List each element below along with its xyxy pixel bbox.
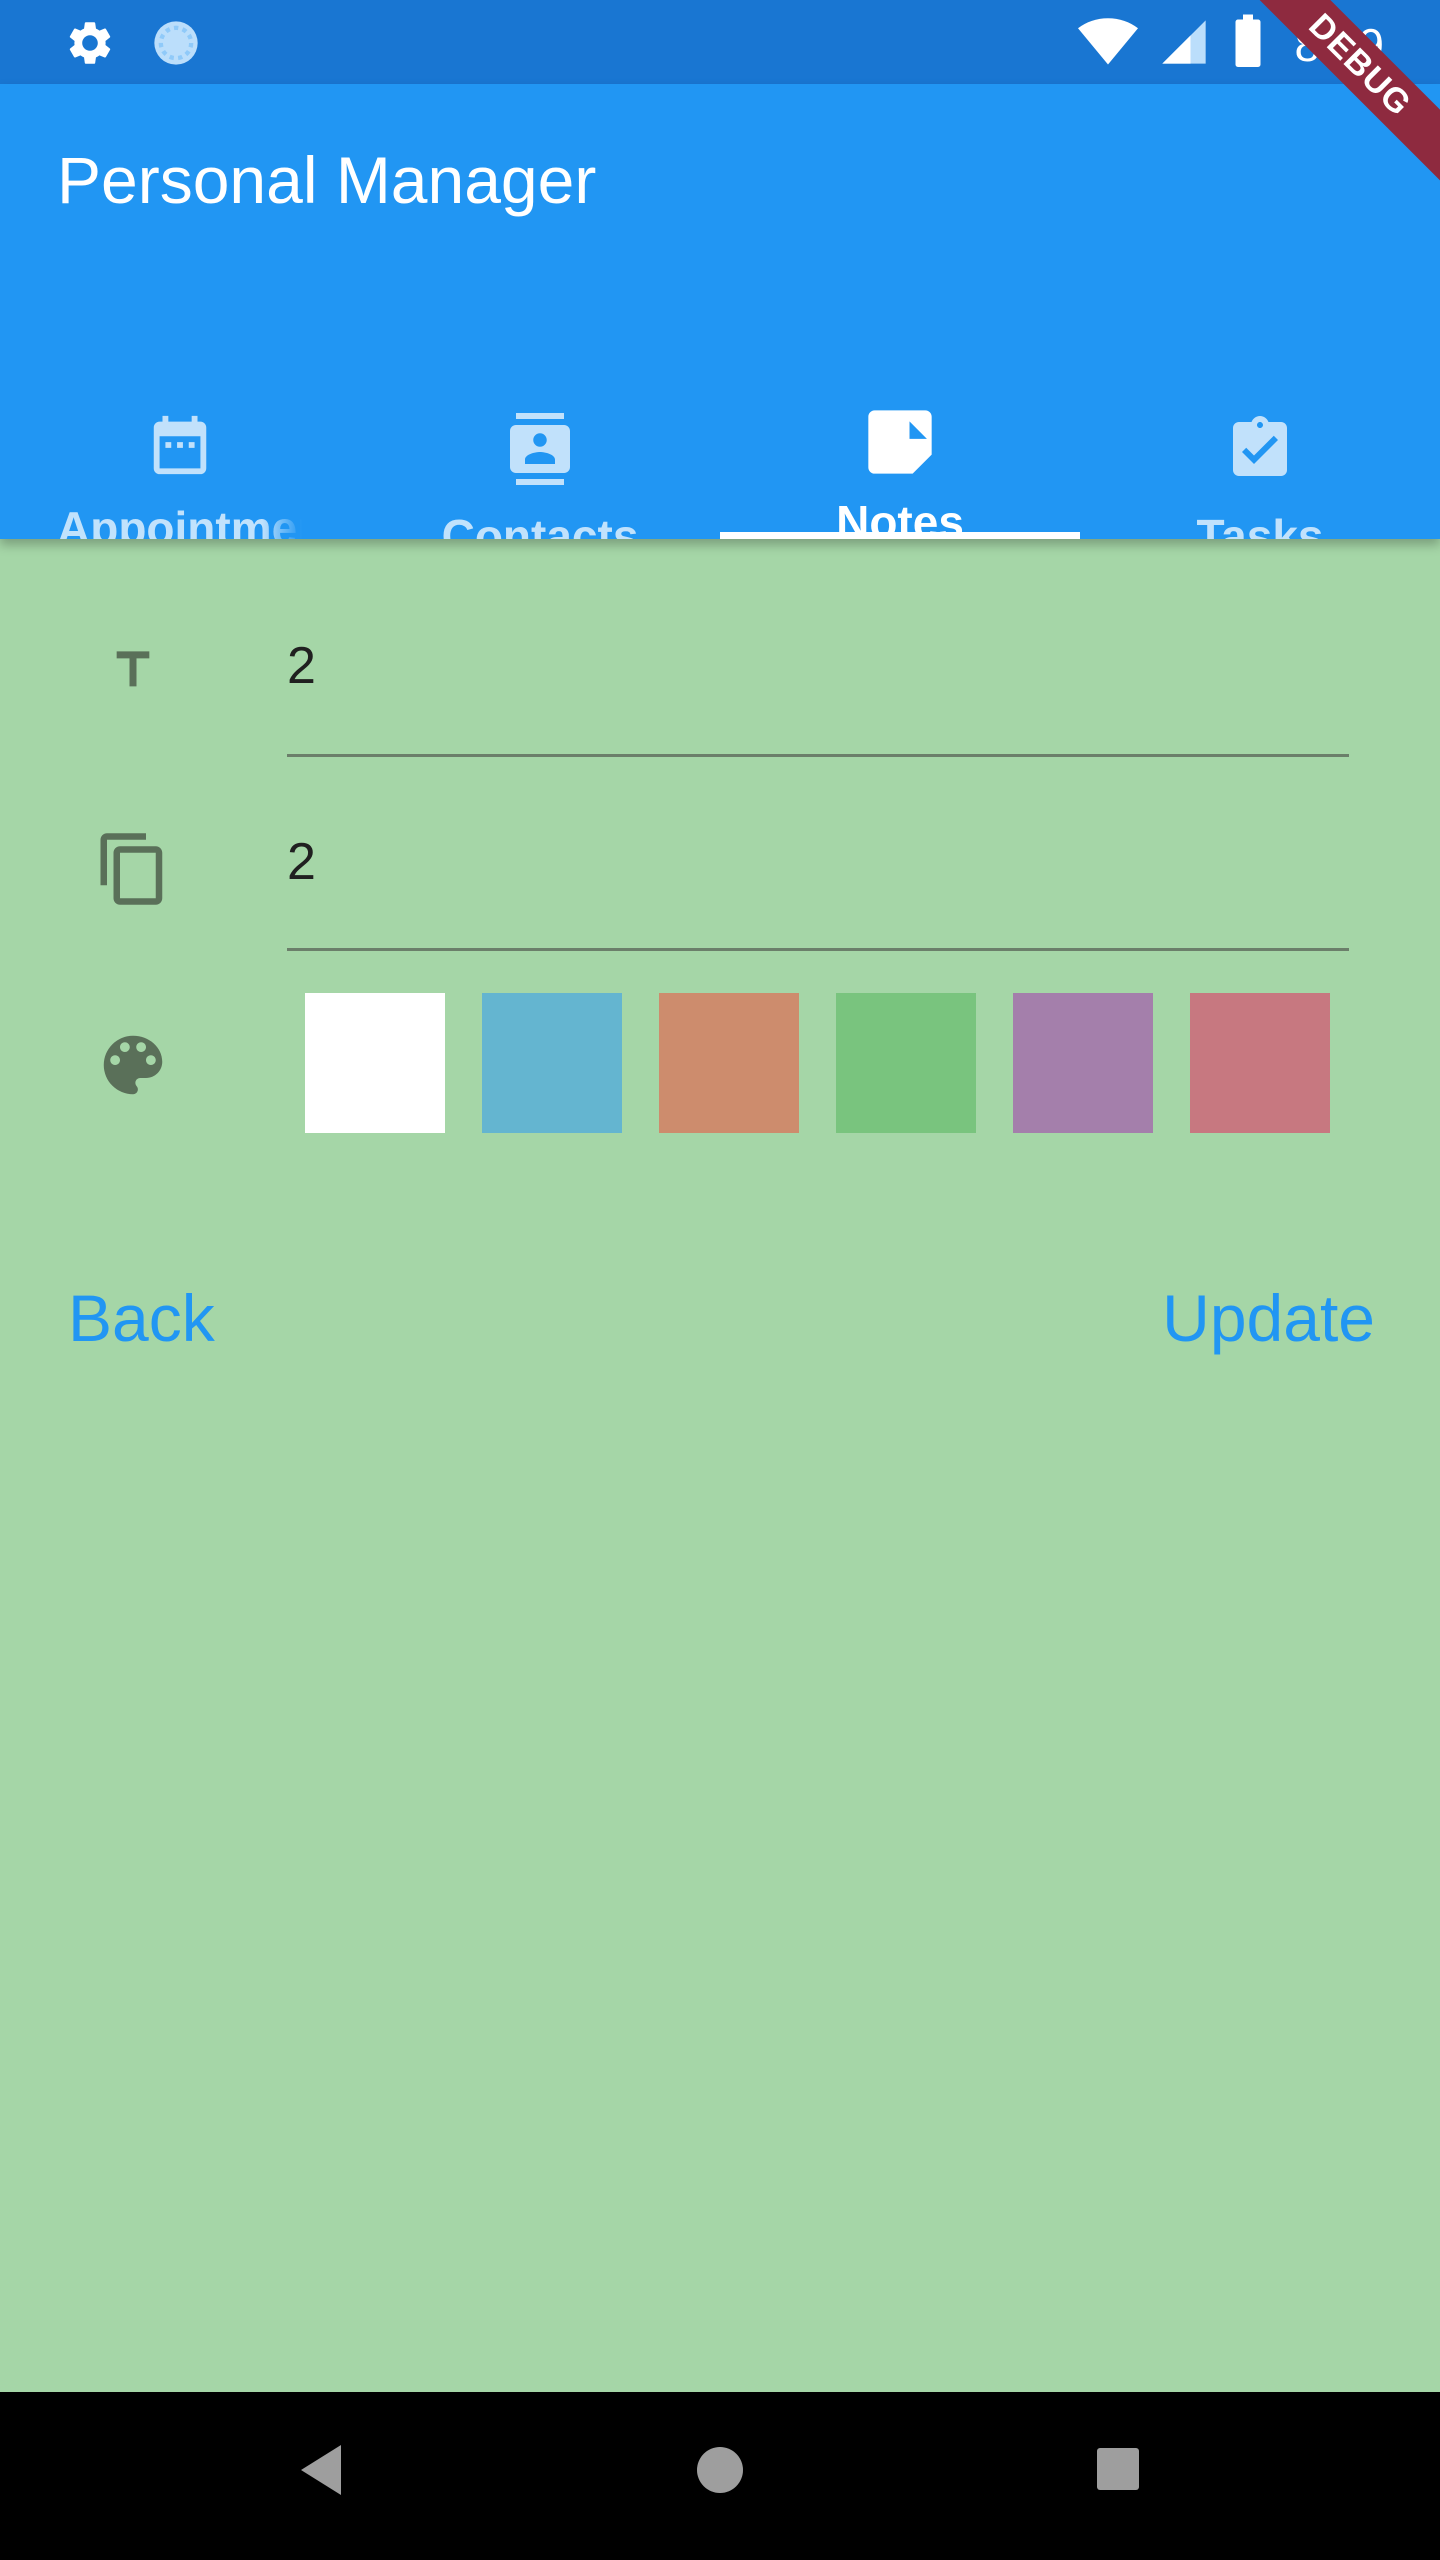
recents-nav-icon[interactable] xyxy=(1096,2442,1140,2503)
palette-icon xyxy=(90,1025,176,1105)
wifi-icon xyxy=(1078,12,1139,77)
home-nav-icon[interactable] xyxy=(695,2442,745,2503)
app-title: Personal Manager xyxy=(57,143,597,217)
tab-notes[interactable]: Notes xyxy=(720,314,1080,539)
color-swatch-purple[interactable] xyxy=(1013,993,1153,1133)
tab-label-contacts: Contacts xyxy=(441,510,639,539)
update-button[interactable]: Update xyxy=(1162,1280,1375,1356)
tab-label-appointments: Appointments xyxy=(57,501,302,539)
note-edit-screen: 8:29 DEBUG Personal Manager Appointments… xyxy=(0,0,1440,2560)
sync-icon xyxy=(150,17,202,74)
system-nav-bar xyxy=(0,2392,1440,2560)
status-bar: 8:29 xyxy=(0,0,1440,84)
color-swatch-orange[interactable] xyxy=(659,993,799,1133)
signal-icon xyxy=(1158,12,1210,77)
color-swatch-blue[interactable] xyxy=(482,993,622,1133)
tab-indicator xyxy=(720,532,1080,539)
tab-label-tasks: Tasks xyxy=(1196,510,1324,539)
title-field-underline xyxy=(287,754,1349,757)
color-swatch-red[interactable] xyxy=(1190,993,1330,1133)
contact-card-icon xyxy=(504,409,576,489)
content-field-underline xyxy=(287,948,1349,951)
content-field[interactable]: 2 xyxy=(287,832,1349,904)
tab-contacts[interactable]: Contacts xyxy=(360,314,720,539)
title-icon xyxy=(90,630,176,710)
content-copy-icon xyxy=(90,824,176,914)
tab-tasks[interactable]: Tasks xyxy=(1080,314,1440,539)
tab-bar: Appointments Contacts Notes xyxy=(0,314,1440,539)
calendar-icon xyxy=(145,409,215,481)
settings-icon xyxy=(64,17,116,74)
back-button[interactable]: Back xyxy=(68,1280,215,1356)
color-swatch-green[interactable] xyxy=(836,993,976,1133)
back-nav-icon[interactable] xyxy=(296,2442,346,2503)
battery-icon xyxy=(1230,12,1266,77)
title-field[interactable]: 2 xyxy=(287,636,1349,708)
app-bar: Personal Manager Appointments Contacts xyxy=(0,84,1440,539)
note-icon xyxy=(862,409,938,475)
clipboard-check-icon xyxy=(1224,409,1296,489)
tab-appointments[interactable]: Appointments xyxy=(0,314,360,539)
color-swatch-white[interactable] xyxy=(305,993,445,1133)
